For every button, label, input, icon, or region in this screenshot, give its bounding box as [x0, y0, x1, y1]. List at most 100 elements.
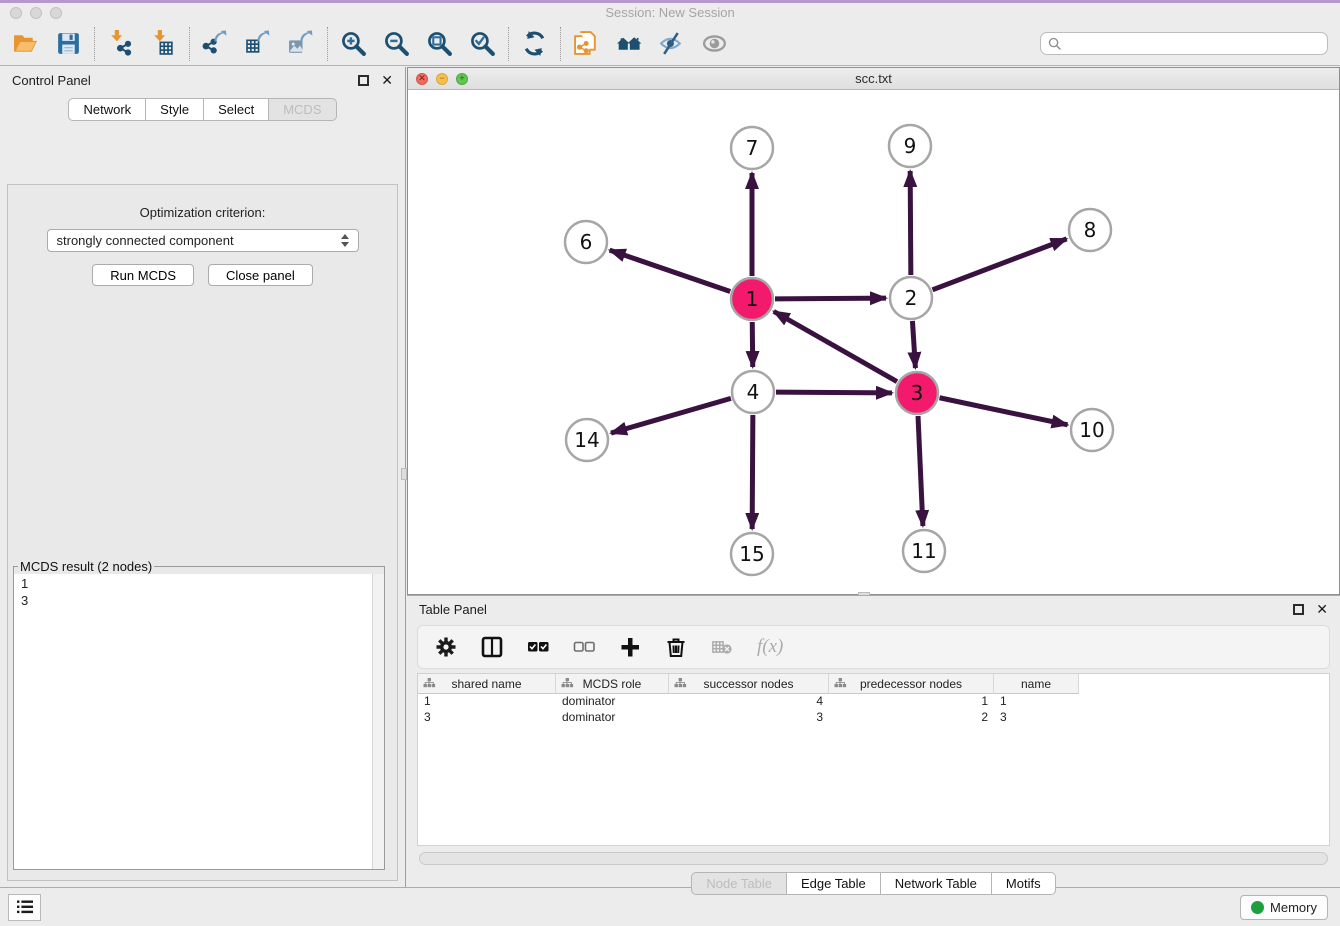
- column-header-predecessor-nodes[interactable]: predecessor nodes: [829, 674, 994, 694]
- node-14[interactable]: 14: [566, 419, 608, 461]
- edge-1-6[interactable]: [610, 250, 731, 291]
- save-session-icon[interactable]: [55, 30, 82, 57]
- cell-predecessor-nodes[interactable]: 2: [829, 710, 994, 726]
- node-label: 11: [911, 539, 936, 563]
- network-window-titlebar[interactable]: ✕ − + scc.txt: [408, 68, 1339, 90]
- memory-button[interactable]: Memory: [1240, 895, 1328, 920]
- hide-eye-icon[interactable]: [659, 30, 686, 57]
- edge-4-14[interactable]: [611, 398, 731, 433]
- zoom-window-button[interactable]: [50, 7, 62, 19]
- columns-icon[interactable]: [481, 636, 503, 658]
- cell-successor-nodes[interactable]: 4: [669, 694, 829, 710]
- show-eye-icon[interactable]: [702, 30, 729, 57]
- import-table-icon[interactable]: [150, 30, 177, 57]
- zoom-in-icon[interactable]: [340, 30, 367, 57]
- delete-icon[interactable]: [665, 636, 687, 658]
- node-7[interactable]: 7: [731, 127, 773, 169]
- cell-shared-name[interactable]: 3: [418, 710, 556, 726]
- toolbar-separator: [189, 27, 190, 61]
- edge-4-15[interactable]: [752, 415, 753, 529]
- cell-MCDS-role[interactable]: dominator: [556, 694, 669, 710]
- column-header-name[interactable]: name: [994, 674, 1079, 694]
- gear-icon[interactable]: [435, 636, 457, 658]
- tab-network[interactable]: Network: [68, 98, 146, 121]
- zoom-out-icon[interactable]: [383, 30, 410, 57]
- column-header-MCDS-role[interactable]: MCDS role: [556, 674, 669, 694]
- function-builder-icon[interactable]: f(x): [757, 636, 783, 658]
- network-canvas[interactable]: 7 9 6 8 1 2 4 3 14 10 15 11: [408, 90, 1339, 594]
- tab-style[interactable]: Style: [146, 98, 204, 121]
- edge-1-2[interactable]: [775, 298, 886, 299]
- edge-3-10[interactable]: [940, 398, 1068, 425]
- export-table-icon[interactable]: [245, 30, 272, 57]
- close-panel-button[interactable]: Close panel: [208, 264, 313, 286]
- float-panel-icon[interactable]: [358, 75, 369, 86]
- tab-network-table[interactable]: Network Table: [881, 872, 992, 895]
- tab-mcds[interactable]: MCDS: [269, 98, 336, 121]
- table-toolbar: f(x): [417, 625, 1330, 669]
- minimize-window-button[interactable]: [30, 7, 42, 19]
- search-input[interactable]: [1066, 37, 1320, 51]
- export-image-icon[interactable]: [288, 30, 315, 57]
- node-11[interactable]: 11: [903, 530, 945, 572]
- select-all-icon[interactable]: [527, 636, 549, 658]
- node-1[interactable]: 1: [731, 278, 773, 320]
- cell-shared-name[interactable]: 1: [418, 694, 556, 710]
- cell-predecessor-nodes[interactable]: 1: [829, 694, 994, 710]
- delete-table-icon[interactable]: [711, 636, 733, 658]
- column-header-successor-nodes[interactable]: successor nodes: [669, 674, 829, 694]
- tab-node-table[interactable]: Node Table: [691, 872, 787, 895]
- network-close-button[interactable]: ✕: [416, 73, 428, 85]
- import-network-icon[interactable]: [107, 30, 134, 57]
- tab-motifs[interactable]: Motifs: [992, 872, 1056, 895]
- edge-2-9[interactable]: [910, 171, 911, 275]
- cell-name[interactable]: 3: [994, 710, 1079, 726]
- refresh-icon[interactable]: [521, 30, 548, 57]
- close-table-panel-icon[interactable]: ✕: [1316, 602, 1328, 616]
- node-9[interactable]: 9: [889, 125, 931, 167]
- mcds-result-text[interactable]: 1 3: [14, 574, 372, 869]
- duplicate-network-icon[interactable]: [573, 30, 600, 57]
- home-icon[interactable]: [616, 30, 643, 57]
- cell-name[interactable]: 1: [994, 694, 1079, 710]
- edge-2-3[interactable]: [912, 321, 915, 368]
- export-network-icon[interactable]: [202, 30, 229, 57]
- node-8[interactable]: 8: [1069, 209, 1111, 251]
- result-scrollbar[interactable]: [372, 574, 384, 869]
- tab-select[interactable]: Select: [204, 98, 269, 121]
- node-4[interactable]: 4: [732, 371, 774, 413]
- edge-3-11[interactable]: [918, 416, 923, 526]
- edge-3-1[interactable]: [774, 311, 897, 381]
- column-label: MCDS role: [583, 677, 642, 691]
- network-minimize-button[interactable]: −: [436, 73, 448, 85]
- close-panel-icon[interactable]: ✕: [381, 73, 393, 87]
- search-box[interactable]: [1040, 32, 1328, 55]
- table-row[interactable]: 3dominator323: [418, 710, 1329, 726]
- node-3[interactable]: 3: [896, 372, 938, 414]
- column-label: successor nodes: [703, 677, 793, 691]
- network-zoom-button[interactable]: +: [456, 73, 468, 85]
- zoom-fit-icon[interactable]: [426, 30, 453, 57]
- run-mcds-button[interactable]: Run MCDS: [92, 264, 194, 286]
- table-row[interactable]: 1dominator411: [418, 694, 1329, 710]
- edge-4-3[interactable]: [776, 392, 892, 393]
- edge-2-8[interactable]: [933, 239, 1067, 290]
- node-2[interactable]: 2: [890, 277, 932, 319]
- column-header-shared-name[interactable]: shared name: [418, 674, 556, 694]
- node-6[interactable]: 6: [565, 221, 607, 263]
- node-10[interactable]: 10: [1071, 409, 1113, 451]
- optimization-criterion-select[interactable]: strongly connected component: [47, 229, 359, 252]
- close-window-button[interactable]: [10, 7, 22, 19]
- tab-edge-table[interactable]: Edge Table: [787, 872, 881, 895]
- deselect-all-icon[interactable]: [573, 636, 595, 658]
- table-horizontal-scrollbar[interactable]: [419, 852, 1328, 865]
- open-session-icon[interactable]: [12, 30, 39, 57]
- task-history-button[interactable]: [8, 894, 41, 921]
- cell-MCDS-role[interactable]: dominator: [556, 710, 669, 726]
- cell-successor-nodes[interactable]: 3: [669, 710, 829, 726]
- float-table-panel-icon[interactable]: [1293, 604, 1304, 615]
- add-column-icon[interactable]: [619, 636, 641, 658]
- node-15[interactable]: 15: [731, 533, 773, 575]
- vertical-splitter-grip[interactable]: [401, 468, 407, 480]
- zoom-selected-icon[interactable]: [469, 30, 496, 57]
